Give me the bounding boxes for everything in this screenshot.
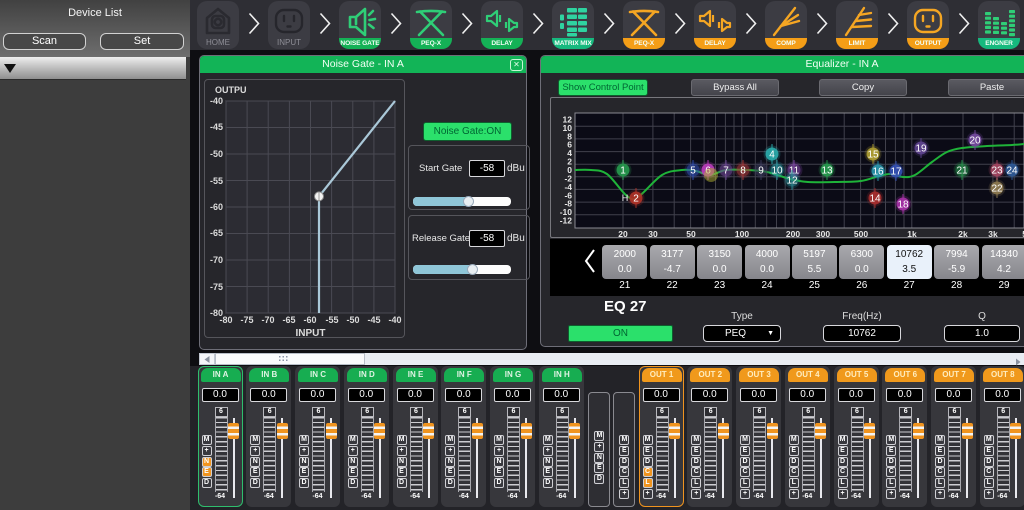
svg-text:8: 8 [740, 166, 746, 177]
svg-text:200: 200 [786, 229, 800, 239]
svg-text:H: H [622, 193, 629, 203]
svg-text:24: 24 [1006, 166, 1018, 177]
svg-text:9: 9 [758, 166, 764, 177]
svg-text:1: 1 [620, 166, 626, 177]
svg-text:12: 12 [563, 115, 573, 125]
svg-text:2k: 2k [958, 229, 968, 239]
svg-text:50: 50 [686, 229, 696, 239]
svg-text:20: 20 [618, 229, 628, 239]
svg-text:5: 5 [690, 166, 696, 177]
svg-text:7: 7 [723, 166, 729, 177]
svg-text:21: 21 [956, 166, 968, 177]
svg-text:22: 22 [991, 184, 1003, 195]
svg-text:16: 16 [872, 167, 884, 178]
svg-text:14: 14 [869, 194, 881, 205]
svg-text:12: 12 [786, 176, 798, 187]
svg-text:20: 20 [969, 136, 981, 147]
svg-text:18: 18 [897, 200, 909, 211]
svg-text:1k: 1k [907, 229, 917, 239]
svg-text:300: 300 [816, 229, 830, 239]
svg-text:13: 13 [821, 166, 833, 177]
svg-text:3k: 3k [988, 229, 998, 239]
svg-text:15: 15 [867, 150, 879, 161]
svg-text:30: 30 [648, 229, 658, 239]
svg-text:17: 17 [890, 167, 902, 178]
svg-text:19: 19 [915, 144, 927, 155]
svg-text:500: 500 [854, 229, 868, 239]
svg-text:2: 2 [633, 194, 639, 205]
svg-text:100: 100 [735, 229, 749, 239]
svg-text:23: 23 [991, 166, 1003, 177]
svg-text:10: 10 [771, 166, 783, 177]
svg-text:4: 4 [769, 150, 775, 161]
